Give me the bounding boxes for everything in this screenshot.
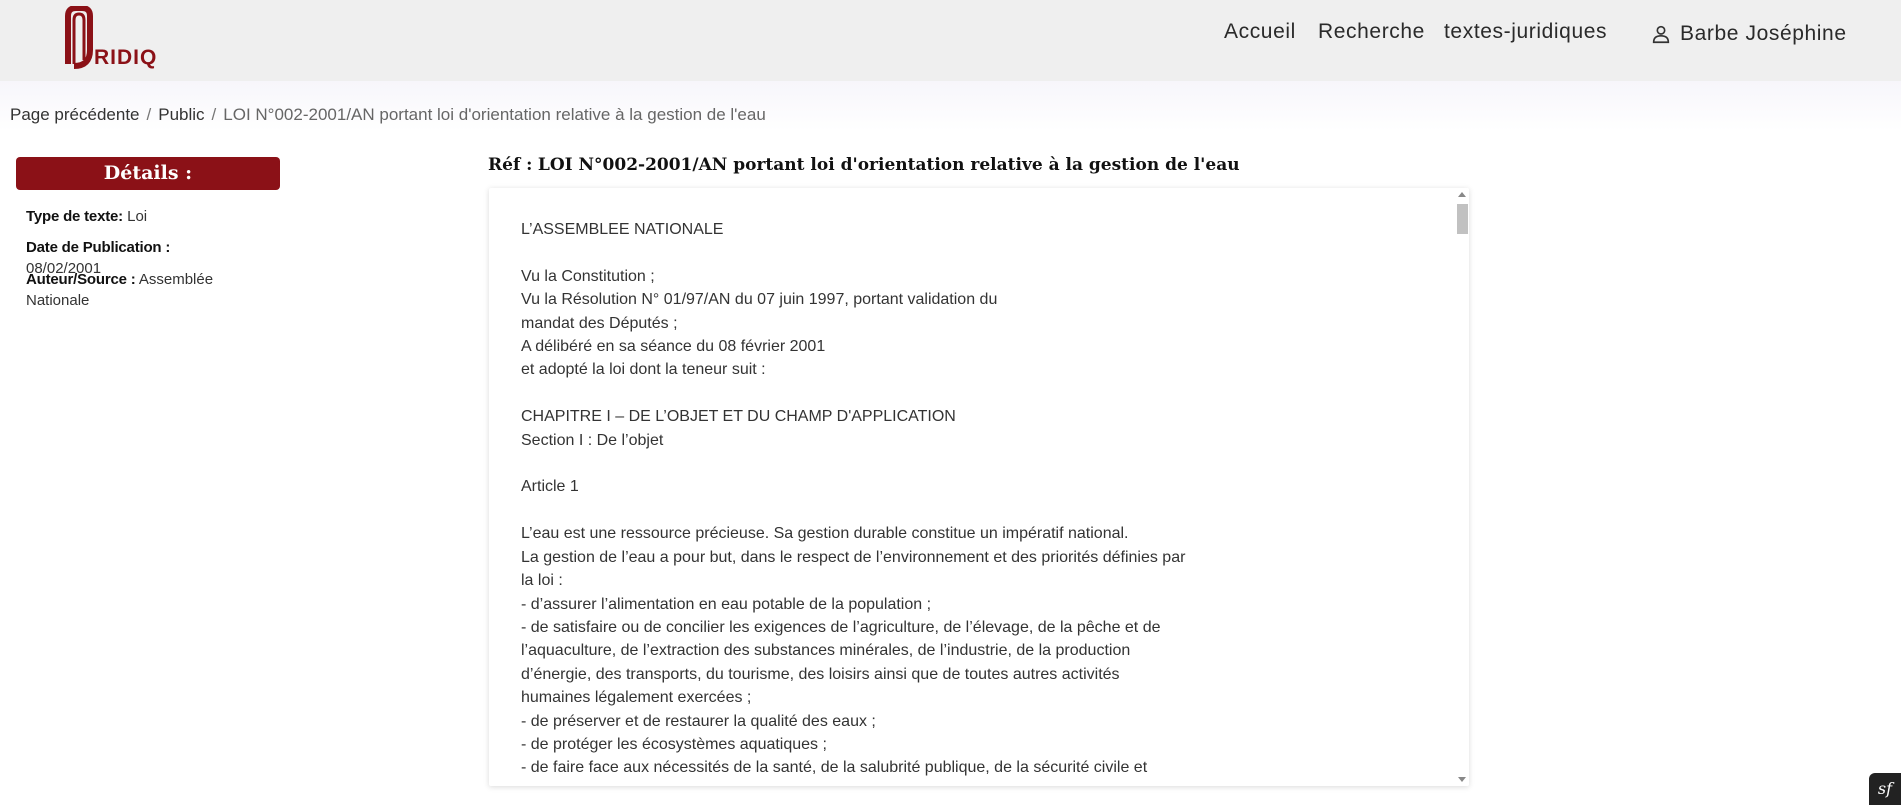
scroll-up-arrow-icon[interactable] — [1458, 192, 1466, 197]
document-ref-title: Réf : LOI N°002-2001/AN portant loi d'or… — [488, 155, 1240, 175]
person-icon — [1652, 25, 1670, 44]
detail-type: Type de texte: Loi — [26, 206, 236, 227]
scroll-thumb[interactable] — [1457, 204, 1468, 234]
nav-accueil[interactable]: Accueil — [1224, 20, 1296, 48]
details-header: Détails : — [16, 157, 280, 190]
breadcrumb-previous-link[interactable]: Page précédente — [10, 105, 140, 125]
detail-type-label: Type de texte: — [26, 208, 123, 225]
nav-recherche[interactable]: Recherche — [1318, 20, 1425, 48]
breadcrumb-current: LOI N°002-2001/AN portant loi d'orientat… — [223, 105, 766, 124]
user-name: Barbe Joséphine — [1680, 22, 1847, 45]
document-text-box[interactable]: L’ASSEMBLEE NATIONALE Vu la Constitution… — [489, 188, 1469, 786]
top-navbar: RIDIQ Accueil Recherche textes-juridique… — [0, 0, 1901, 81]
app-logo[interactable]: RIDIQ — [62, 6, 162, 72]
document-scrollbar[interactable] — [1455, 188, 1469, 786]
user-menu[interactable]: Barbe Joséphine — [1650, 20, 1847, 48]
breadcrumb-public-link[interactable]: Public — [158, 105, 204, 125]
detail-author-label: Auteur/Source : — [26, 271, 136, 288]
detail-author: Auteur/Source : Assemblée Nationale — [26, 269, 236, 311]
scroll-down-arrow-icon[interactable] — [1458, 777, 1466, 782]
svg-text:RIDIQ: RIDIQ — [94, 46, 157, 69]
ref-title-text: LOI N°002-2001/AN portant loi d'orientat… — [537, 155, 1240, 175]
breadcrumb-separator: / — [211, 105, 217, 124]
ref-label: Réf : — [488, 155, 533, 175]
breadcrumb: Page précédente / Public / LOI N°002-200… — [10, 105, 766, 125]
symfony-icon[interactable]: sf — [1869, 773, 1901, 805]
document-body: L’ASSEMBLEE NATIONALE Vu la Constitution… — [521, 221, 1186, 777]
detail-type-value: Loi — [127, 208, 148, 225]
detail-date-label: Date de Publication : — [26, 239, 171, 256]
breadcrumb-separator: / — [146, 105, 152, 124]
nav-textes-juridiques[interactable]: textes-juridiques — [1444, 20, 1607, 48]
